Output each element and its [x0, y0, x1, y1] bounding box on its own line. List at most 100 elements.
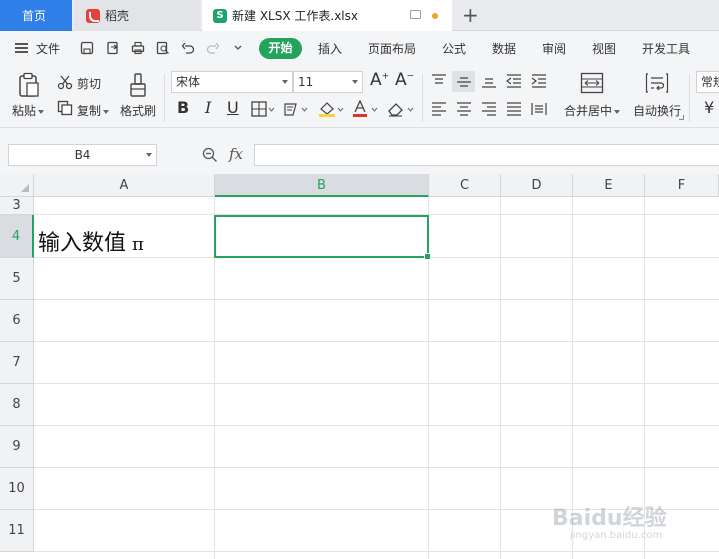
decrease-font-size-icon[interactable]: A−	[395, 70, 414, 90]
paste-label: 粘贴	[12, 104, 37, 118]
gridline	[34, 425, 719, 426]
borders-icon[interactable]	[251, 101, 275, 117]
spreadsheet-file-icon: S	[213, 8, 227, 23]
row-header-3[interactable]: 3	[0, 197, 34, 215]
row-header-7[interactable]: 7	[0, 342, 34, 384]
align-left-icon[interactable]	[431, 102, 447, 116]
baidu-jingyan-watermark: Baidu经验 jingyan.baidu.com	[548, 494, 718, 546]
column-header-f[interactable]: F	[645, 174, 719, 197]
undo-icon[interactable]	[181, 41, 195, 55]
font-color-icon[interactable]	[351, 100, 379, 118]
tab-daoke[interactable]: 稻壳	[74, 0, 200, 31]
decrease-indent-icon[interactable]	[506, 74, 522, 88]
ribbon-divider	[689, 74, 690, 122]
increase-indent-icon[interactable]	[531, 74, 547, 88]
column-header-e[interactable]: E	[573, 174, 645, 197]
row-header-9[interactable]: 9	[0, 426, 34, 468]
tab-document[interactable]: S 新建 XLSX 工作表.xlsx	[202, 0, 452, 31]
column-header-c[interactable]: C	[429, 174, 501, 197]
bold-button[interactable]: B	[177, 98, 189, 117]
merge-center-icon[interactable]	[580, 72, 604, 94]
formula-input[interactable]	[254, 144, 719, 166]
cell-a4[interactable]: 输入数值 π	[38, 225, 144, 257]
distributed-align-icon[interactable]	[531, 102, 547, 116]
align-bottom-icon[interactable]	[481, 74, 497, 88]
menu-view[interactable]: 视图	[592, 40, 616, 57]
align-top-icon[interactable]	[431, 74, 447, 88]
ribbon-toolbar: 粘贴 剪切 复制 格式刷 宋体 11 A+ A− B I U 合并居中 自动换行…	[0, 66, 719, 128]
align-center-icon[interactable]	[456, 102, 472, 116]
format-painter-icon[interactable]	[128, 72, 148, 98]
gridline	[34, 383, 719, 384]
menu-bar: 文件 开始 插入 页面布局 公式 数据 审阅 视图 开发工具	[0, 31, 719, 66]
menu-formulas[interactable]: 公式	[442, 40, 466, 57]
menu-review[interactable]: 审阅	[542, 40, 566, 57]
print-icon[interactable]	[131, 41, 145, 55]
copy-icon[interactable]	[57, 100, 73, 116]
menu-page-layout[interactable]: 页面布局	[368, 40, 416, 57]
copy-label: 复制	[77, 104, 102, 118]
scissors-icon[interactable]	[57, 74, 73, 90]
select-all-corner[interactable]	[0, 174, 34, 197]
format-painter-button[interactable]: 格式刷	[120, 102, 156, 119]
column-header-d[interactable]: D	[501, 174, 573, 197]
chevron-down-icon	[282, 80, 288, 84]
merge-center-button[interactable]: 合并居中	[564, 102, 621, 119]
column-header-a[interactable]: A	[34, 174, 215, 197]
insert-function-icon[interactable]: fx	[229, 145, 243, 163]
font-size-select[interactable]: 11	[293, 71, 363, 93]
underline-button[interactable]: U	[227, 98, 239, 117]
new-tab-button[interactable]: +	[462, 4, 479, 26]
increase-font-size-icon[interactable]: A+	[370, 70, 389, 90]
menu-insert[interactable]: 插入	[318, 40, 342, 57]
tab-home[interactable]: 首页	[0, 0, 72, 31]
paste-icon[interactable]	[17, 72, 41, 98]
zoom-search-icon[interactable]	[202, 147, 218, 163]
wrap-text-icon[interactable]	[645, 72, 669, 94]
chevron-down-icon	[352, 80, 358, 84]
name-box[interactable]: B4	[8, 144, 157, 166]
wrap-text-button[interactable]: 自动换行	[633, 102, 681, 119]
menu-data[interactable]: 数据	[492, 40, 516, 57]
menu-developer[interactable]: 开发工具	[642, 40, 690, 57]
gridline	[34, 467, 719, 468]
cell-style-icon[interactable]	[283, 101, 309, 117]
save-icon[interactable]	[80, 41, 94, 55]
clear-format-eraser-icon[interactable]	[386, 100, 416, 118]
align-middle-button[interactable]	[452, 71, 475, 92]
justify-icon[interactable]	[506, 102, 522, 116]
row-header-10[interactable]: 10	[0, 468, 34, 510]
align-right-icon[interactable]	[481, 102, 497, 116]
row-header-4[interactable]: 4	[0, 215, 34, 258]
menu-file[interactable]: 文件	[36, 40, 60, 57]
active-cell-b4[interactable]	[214, 215, 431, 260]
export-pdf-icon[interactable]	[106, 41, 120, 55]
cell-a4-text: 输入数值	[38, 231, 127, 256]
paste-button[interactable]: 粘贴	[12, 102, 45, 119]
fill-color-icon[interactable]	[317, 100, 345, 118]
hamburger-menu-icon[interactable]	[15, 43, 28, 53]
gridline	[500, 197, 501, 559]
currency-format-icon[interactable]: ¥	[704, 98, 714, 117]
redo-icon[interactable]	[206, 41, 220, 55]
unsaved-indicator-icon	[432, 13, 438, 19]
tab-home-label: 首页	[22, 9, 47, 23]
number-format-select[interactable]: 常规	[696, 71, 719, 93]
row-header-5[interactable]: 5	[0, 258, 34, 300]
row-header-6[interactable]: 6	[0, 300, 34, 342]
italic-button[interactable]: I	[205, 98, 211, 117]
alignment-dialog-launcher-icon[interactable]	[679, 115, 684, 120]
font-name-value: 宋体	[176, 75, 201, 89]
window-mode-icon[interactable]	[410, 10, 421, 19]
font-name-select[interactable]: 宋体	[171, 71, 293, 93]
column-header-b[interactable]: B	[215, 174, 429, 197]
menu-start[interactable]: 开始	[259, 38, 302, 59]
row-header-8[interactable]: 8	[0, 384, 34, 426]
name-box-value: B4	[74, 148, 91, 162]
ribbon-divider	[164, 74, 165, 122]
cut-button[interactable]: 剪切	[77, 75, 101, 92]
quick-access-dropdown-icon[interactable]	[231, 41, 245, 55]
copy-button[interactable]: 复制	[77, 102, 110, 119]
row-header-11[interactable]: 11	[0, 510, 34, 552]
print-preview-icon[interactable]	[156, 41, 170, 55]
